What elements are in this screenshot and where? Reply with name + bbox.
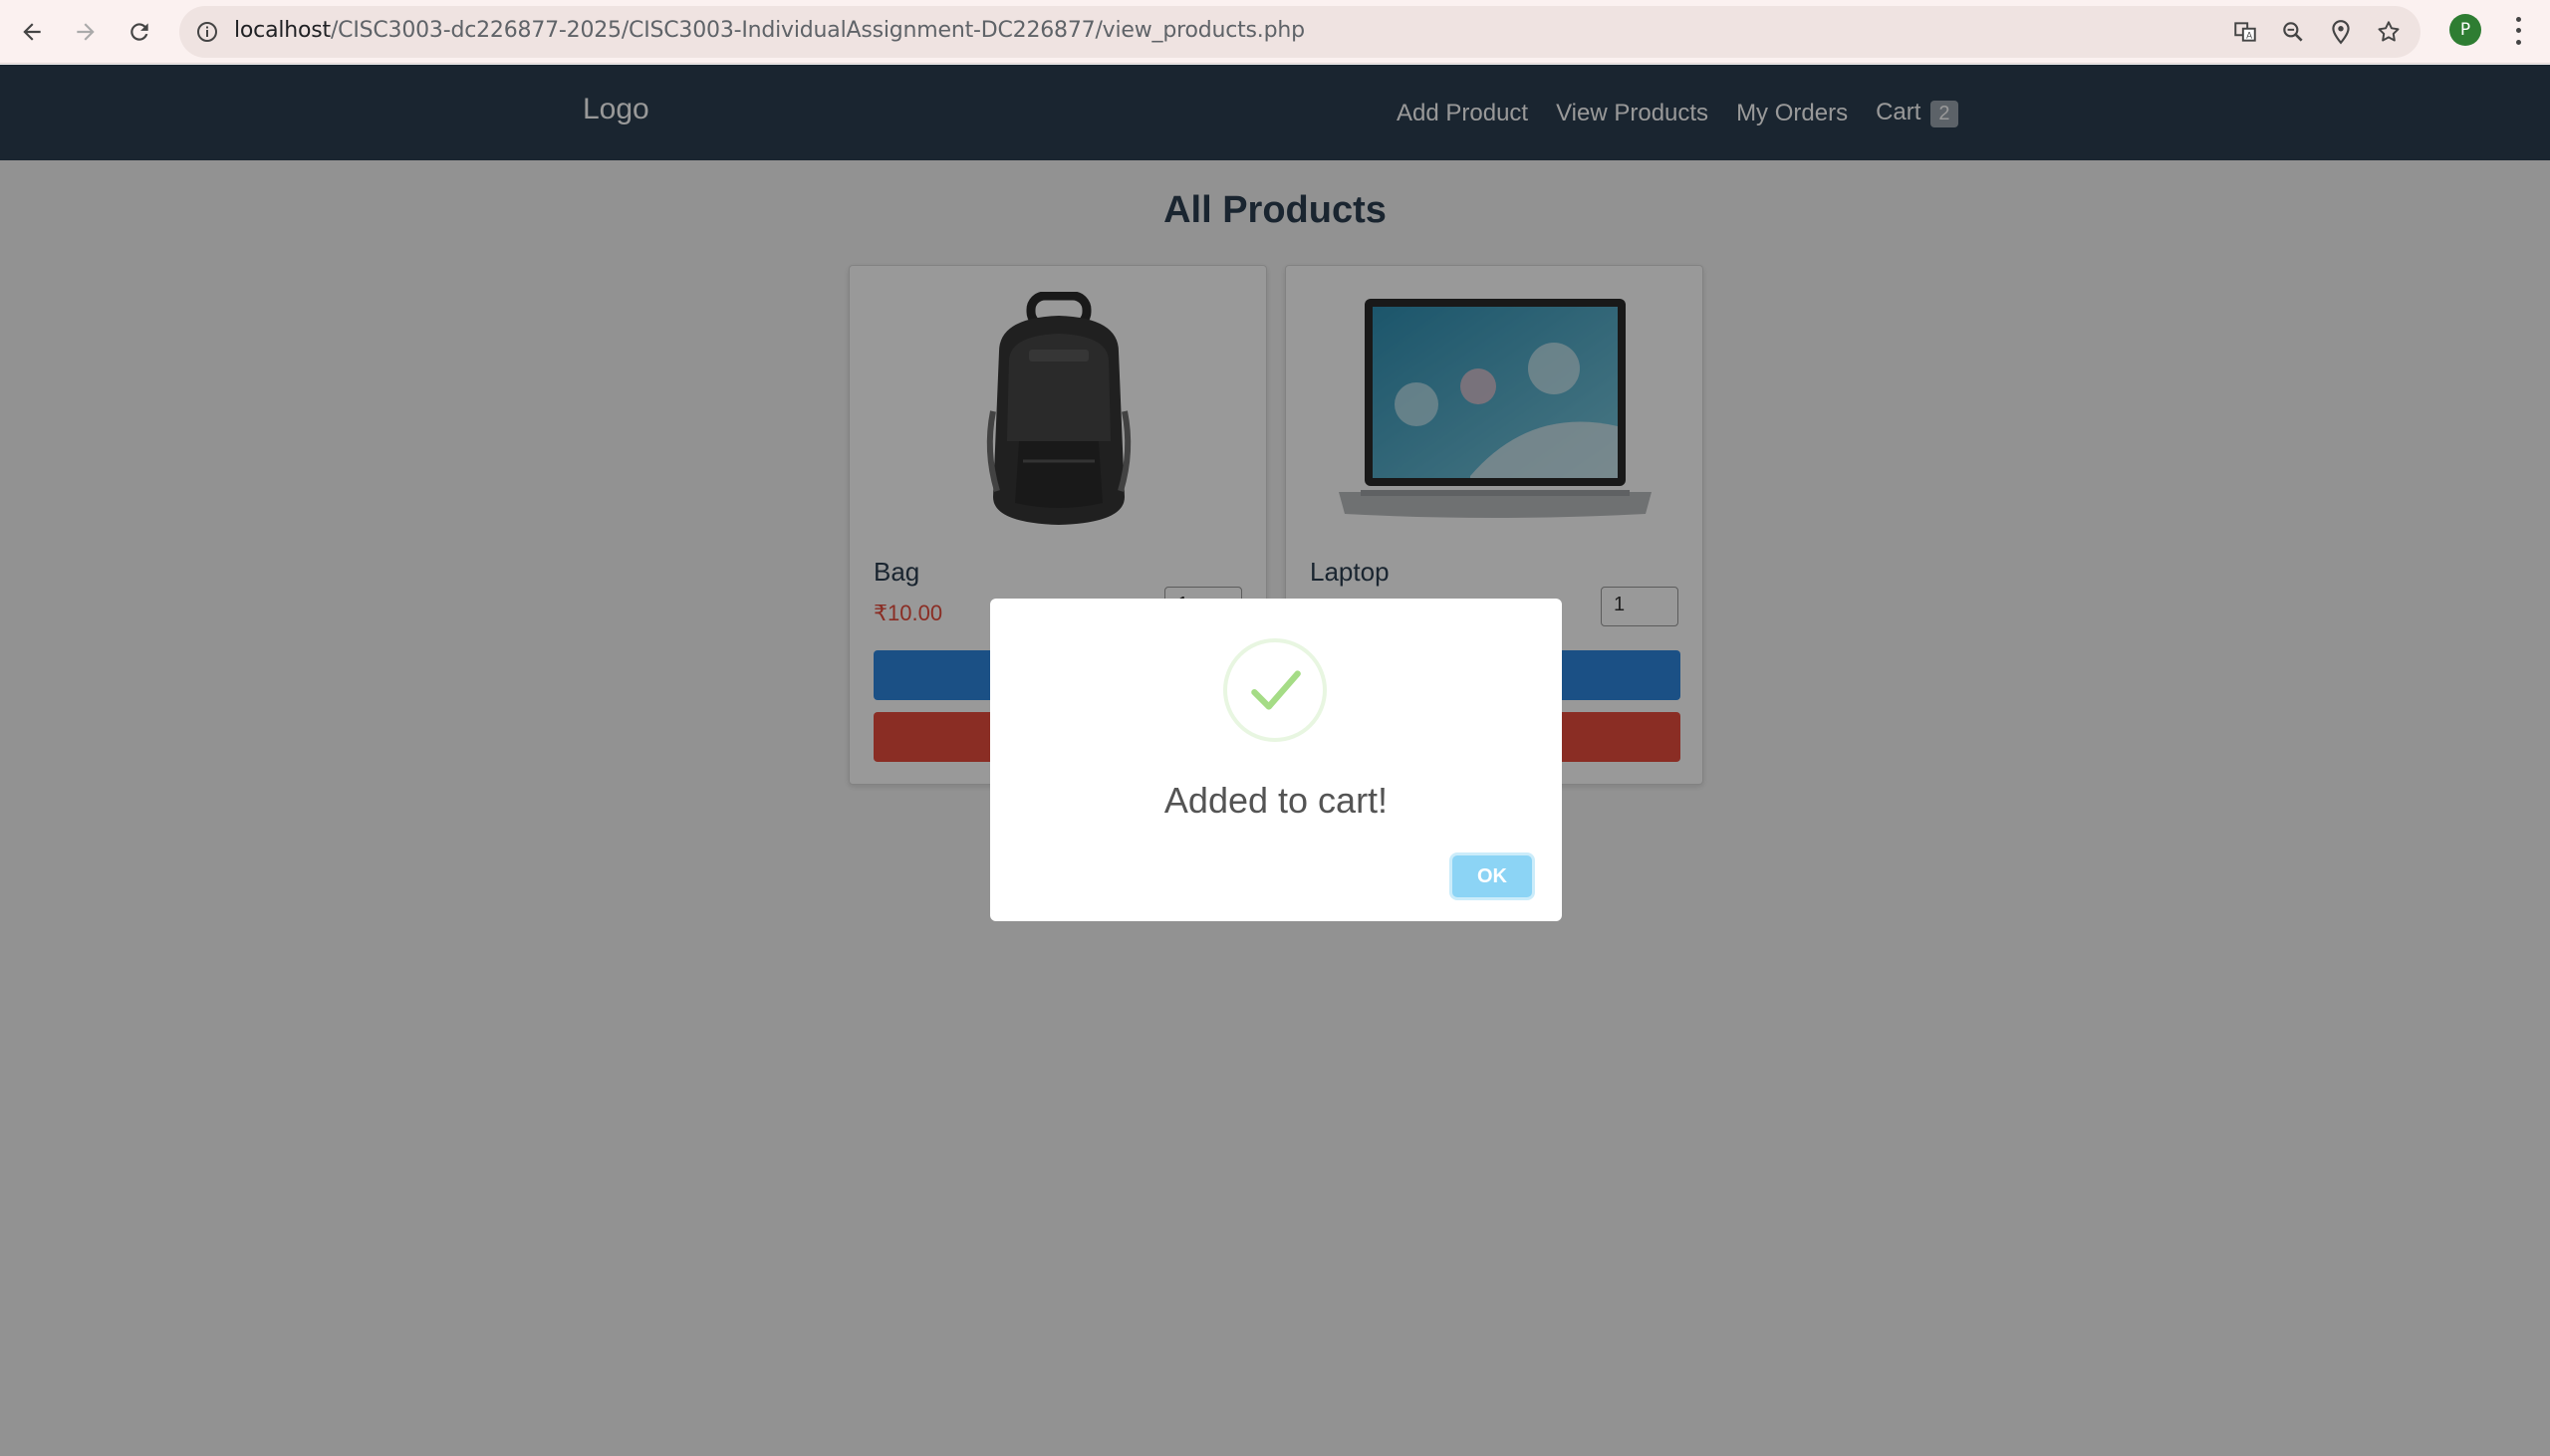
- address-bar[interactable]: localhost/CISC3003-dc226877-2025/CISC300…: [179, 6, 2421, 58]
- dialog-title: Added to cart!: [1163, 780, 1389, 821]
- translate-icon[interactable]: A: [2231, 18, 2259, 46]
- zoom-icon[interactable]: [2279, 18, 2307, 46]
- reload-icon[interactable]: [118, 10, 161, 54]
- browser-toolbar: localhost/CISC3003-dc226877-2025/CISC300…: [0, 0, 2550, 64]
- forward-icon[interactable]: [64, 10, 108, 54]
- svg-text:A: A: [2246, 32, 2252, 42]
- back-icon[interactable]: [10, 10, 54, 54]
- alert-dialog: Added to cart! OK: [990, 599, 1562, 921]
- site-info-icon[interactable]: [193, 18, 221, 46]
- url-path: /CISC3003-dc226877-2025/CISC3003-Individ…: [330, 18, 1305, 43]
- browser-menu-icon[interactable]: [2504, 14, 2532, 48]
- location-icon[interactable]: [2327, 18, 2355, 46]
- success-check-icon: [1223, 638, 1327, 742]
- url-host: localhost: [234, 18, 331, 43]
- bookmark-star-icon[interactable]: [2375, 18, 2403, 46]
- profile-avatar[interactable]: P: [2449, 14, 2481, 46]
- ok-button[interactable]: OK: [1452, 855, 1532, 897]
- url-text: localhost/CISC3003-dc226877-2025/CISC300…: [234, 18, 1305, 43]
